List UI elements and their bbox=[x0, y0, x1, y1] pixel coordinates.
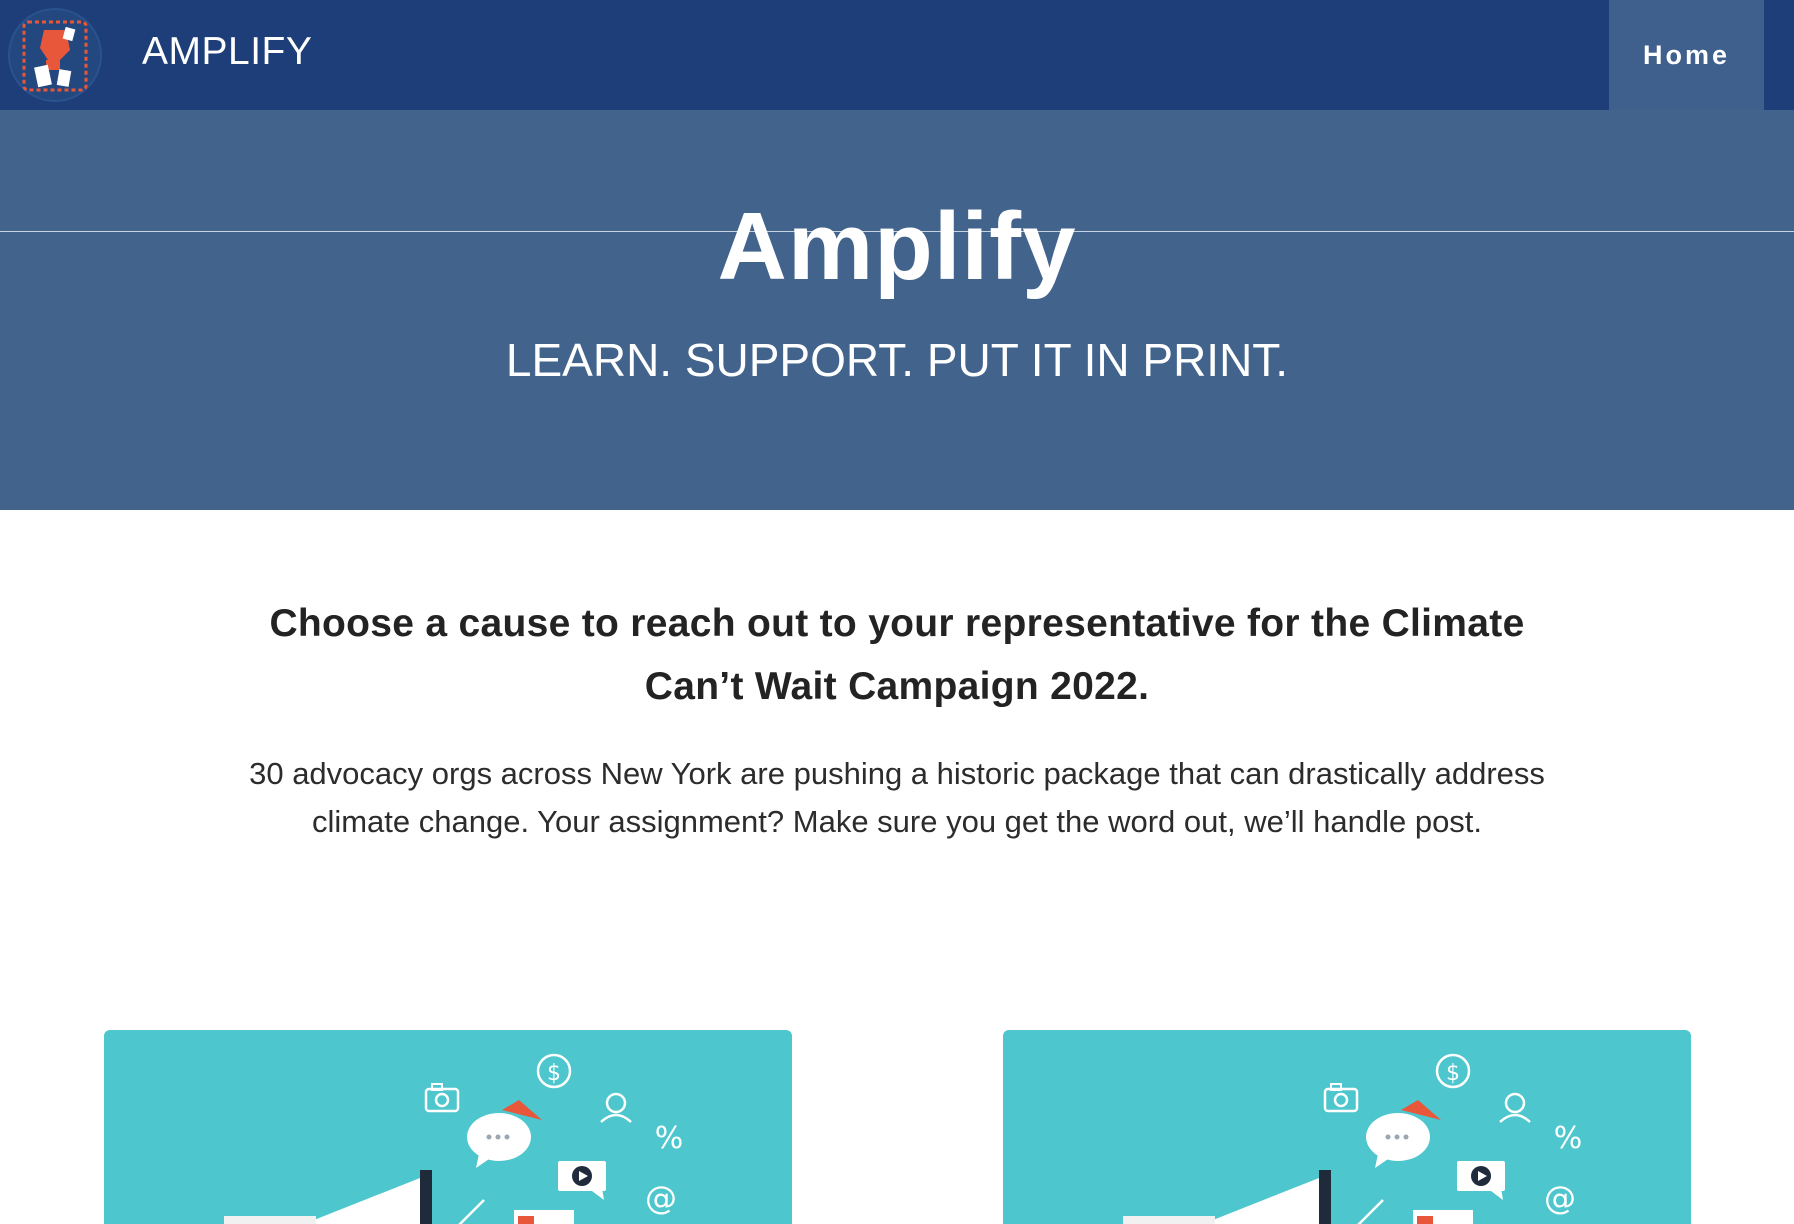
hero-tagline: LEARN. SUPPORT. PUT IT IN PRINT. bbox=[505, 334, 1289, 386]
cause-card[interactable]: $ % @ bbox=[104, 1030, 792, 1224]
intro-body: 30 advocacy orgs across New York are pus… bbox=[249, 756, 1545, 839]
hero-banner bbox=[0, 110, 1794, 510]
amplify-logo-icon[interactable] bbox=[8, 8, 102, 102]
svg-text:@: @ bbox=[1544, 1179, 1576, 1217]
svg-text:%: % bbox=[655, 1121, 684, 1156]
svg-text:@: @ bbox=[645, 1179, 677, 1217]
cause-card[interactable]: $ % @ bbox=[1003, 1030, 1691, 1224]
svg-text:$: $ bbox=[1446, 1061, 1460, 1086]
megaphone-illustration-icon: $ % @ bbox=[1123, 1053, 1583, 1224]
svg-text:%: % bbox=[1554, 1121, 1583, 1156]
brand-name[interactable]: AMPLIFY bbox=[142, 30, 312, 74]
megaphone-illustration-icon: $ % @ bbox=[224, 1053, 684, 1224]
svg-text:$: $ bbox=[547, 1061, 561, 1086]
nav-home-link[interactable]: Home bbox=[1609, 0, 1764, 110]
intro-heading: Choose a cause to reach out to your repr… bbox=[269, 602, 1525, 708]
hero-title: Amplify bbox=[717, 193, 1077, 300]
top-navbar: AMPLIFY Home bbox=[0, 0, 1794, 110]
